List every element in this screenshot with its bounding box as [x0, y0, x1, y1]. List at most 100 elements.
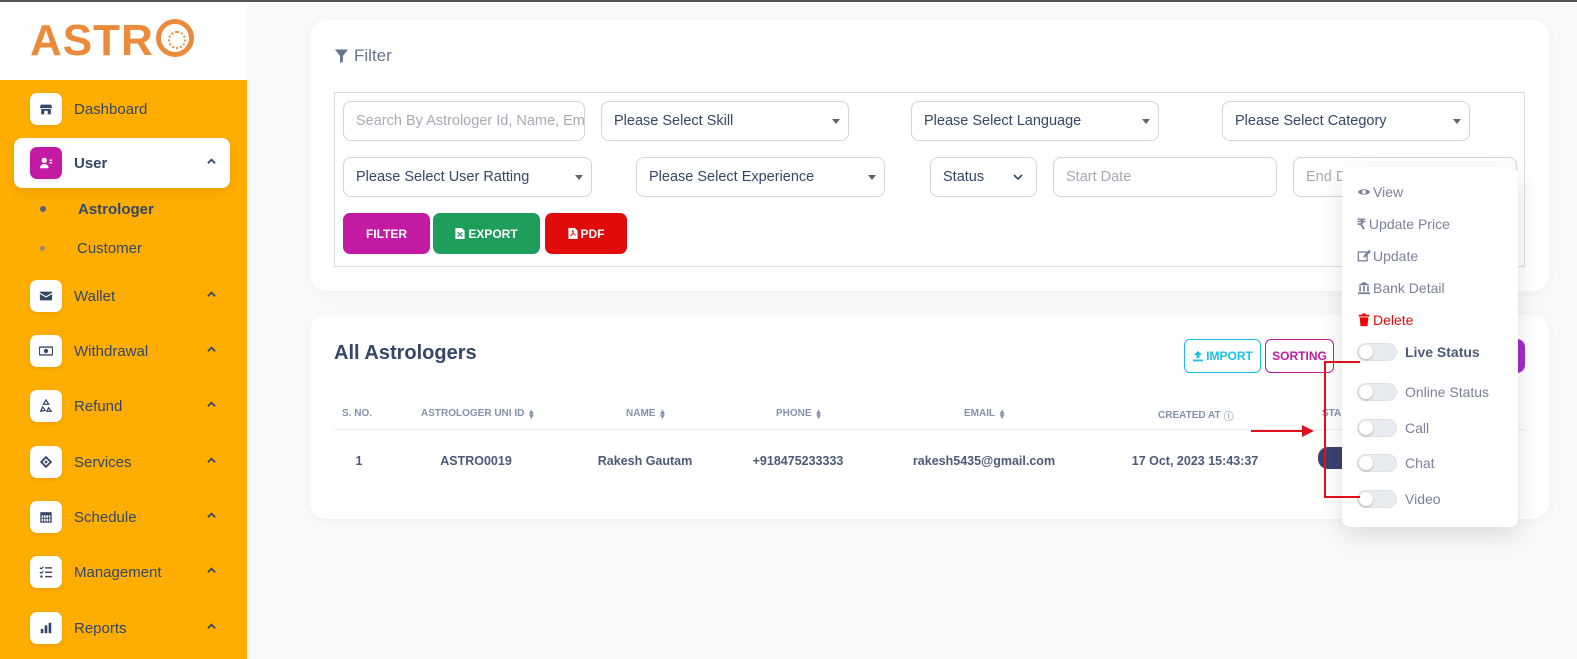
pdf-file-icon — [567, 228, 578, 239]
language-select[interactable]: Please Select Language — [911, 101, 1159, 141]
experience-select-value: Please Select Experience — [649, 169, 815, 185]
toggle-switch[interactable] — [1357, 454, 1397, 472]
pdf-button-label: PDF — [580, 226, 605, 241]
filter-button[interactable]: FILTER — [343, 213, 430, 254]
column-header-email[interactable]: EMAIL ▲ ▼ — [964, 407, 1006, 420]
edit-icon — [1357, 249, 1371, 262]
chat-toggle[interactable]: Chat — [1357, 453, 1435, 473]
category-select[interactable]: Please Select Category — [1222, 101, 1470, 141]
toggle-switch[interactable] — [1357, 490, 1397, 508]
action-dropdown-menu: View ₹ Update Price Update Bank Detail D… — [1342, 167, 1518, 527]
upload-icon — [1193, 351, 1204, 362]
sidebar-item-services[interactable]: Services — [14, 437, 230, 487]
annotation-arrow-line — [1251, 430, 1307, 432]
import-button[interactable]: IMPORT — [1184, 339, 1261, 373]
rating-select[interactable]: Please Select User Ratting — [343, 157, 592, 197]
user-icon — [30, 147, 62, 179]
annotation-bracket-top — [1324, 361, 1360, 363]
menu-item-label: View — [1373, 184, 1404, 200]
toggle-label: Call — [1405, 420, 1430, 436]
start-date-input[interactable]: Start Date — [1053, 157, 1277, 197]
toggle-switch[interactable] — [1357, 383, 1397, 401]
call-toggle[interactable]: Call — [1357, 418, 1429, 438]
menu-item-delete[interactable]: Delete — [1357, 310, 1413, 330]
caret-down-icon — [1453, 119, 1461, 124]
cell-created-at: 17 Oct, 2023 15:43:37 — [1131, 454, 1259, 468]
sidebar-item-refund[interactable]: Refund — [14, 381, 230, 431]
sidebar-subitem-label: Customer — [77, 239, 143, 257]
sidebar-item-user[interactable]: User — [14, 138, 230, 188]
sidebar-subitem-astrologer[interactable]: Astrologer — [40, 198, 154, 220]
rating-select-value: Please Select User Ratting — [356, 169, 530, 185]
eye-icon — [1357, 189, 1371, 195]
sort-icon: ▲ ▼ — [527, 406, 536, 421]
export-button[interactable]: EXPORT — [433, 213, 540, 254]
sidebar-item-label: User — [74, 154, 108, 172]
export-button-label: EXPORT — [468, 226, 518, 241]
column-header-label: S. NO. — [342, 408, 373, 419]
sidebar-item-withdrawal[interactable]: Withdrawal — [14, 326, 230, 376]
list-title: All Astrologers — [334, 342, 477, 364]
menu-item-label: Bank Detail — [1373, 280, 1445, 296]
toggle-switch[interactable] — [1357, 343, 1397, 361]
toggle-label: Live Status — [1405, 344, 1480, 360]
wallet-icon — [30, 280, 62, 312]
sorting-button-label: SORTING — [1272, 349, 1327, 363]
chevron-up-icon — [207, 346, 216, 352]
sidebar-item-label: Management — [74, 563, 162, 581]
experience-select[interactable]: Please Select Experience — [636, 157, 885, 197]
sidebar-item-wallet[interactable]: Wallet — [14, 271, 230, 321]
chevron-up-icon — [207, 623, 216, 629]
column-header-label: ASTROLOGER UNI ID — [421, 408, 525, 419]
live-status-toggle[interactable]: Live Status — [1357, 342, 1480, 362]
skill-select[interactable]: Please Select Skill — [601, 101, 849, 141]
logo[interactable]: ASTR — [30, 16, 194, 66]
chevron-up-icon — [207, 401, 216, 407]
sidebar-item-management[interactable]: Management — [14, 547, 230, 597]
import-button-label: IMPORT — [1206, 349, 1253, 363]
menu-item-view[interactable]: View — [1357, 182, 1403, 202]
bullet-icon — [40, 206, 46, 212]
category-select-value: Please Select Category — [1235, 113, 1387, 129]
cell-sno: 1 — [355, 454, 363, 468]
filter-title: Filter — [354, 46, 392, 65]
video-toggle[interactable]: Video — [1357, 489, 1441, 509]
language-select-value: Please Select Language — [924, 113, 1082, 129]
rupee-icon: ₹ — [1357, 215, 1366, 232]
sidebar-item-label: Schedule — [74, 508, 137, 526]
online-status-toggle[interactable]: Online Status — [1357, 382, 1489, 402]
status-select-value: Status — [943, 169, 985, 185]
column-header-label: PHONE — [776, 408, 812, 419]
sidebar-item-dashboard[interactable]: Dashboard — [14, 84, 230, 134]
column-header-sno[interactable]: S. NO. — [342, 408, 372, 419]
column-header-name[interactable]: NAME ▲ ▼ — [626, 407, 666, 420]
bank-icon — [1357, 281, 1371, 295]
excel-file-icon — [455, 228, 465, 239]
sidebar-item-label: Dashboard — [74, 100, 148, 118]
search-input[interactable]: Search By Astrologer Id, Name, Em — [343, 101, 585, 141]
sidebar-item-label: Services — [74, 453, 132, 471]
sidebar-item-schedule[interactable]: Schedule — [14, 492, 230, 542]
toggle-switch[interactable] — [1357, 419, 1397, 437]
column-header-uni-id[interactable]: ASTROLOGER UNI ID ▲ ▼ — [421, 406, 536, 421]
menu-item-label: Delete — [1373, 312, 1414, 328]
info-icon: ⓘ — [1223, 412, 1234, 423]
skill-select-value: Please Select Skill — [614, 113, 734, 129]
menu-item-bank-detail[interactable]: Bank Detail — [1357, 278, 1445, 298]
sidebar-item-reports[interactable]: Reports — [14, 603, 230, 653]
cell-uni-id: ASTRO0019 — [440, 454, 512, 468]
column-header-phone[interactable]: PHONE ▲ ▼ — [776, 407, 822, 420]
menu-item-update-price[interactable]: ₹ Update Price — [1357, 214, 1450, 234]
caret-down-icon — [575, 175, 583, 180]
cell-name: Rakesh Gautam — [597, 454, 693, 468]
column-header-created-at[interactable]: CREATED AT ⓘ — [1158, 408, 1234, 423]
menu-item-update[interactable]: Update — [1357, 246, 1418, 266]
chevron-up-icon — [207, 457, 216, 463]
cell-phone: +918475233333 — [752, 454, 844, 468]
sidebar-subitem-customer[interactable]: Customer — [40, 237, 142, 259]
calendar-icon — [30, 501, 62, 533]
bullet-icon — [40, 245, 45, 251]
store-icon — [30, 93, 62, 125]
pdf-button[interactable]: PDF — [545, 213, 627, 254]
status-select[interactable]: Status — [930, 157, 1037, 197]
